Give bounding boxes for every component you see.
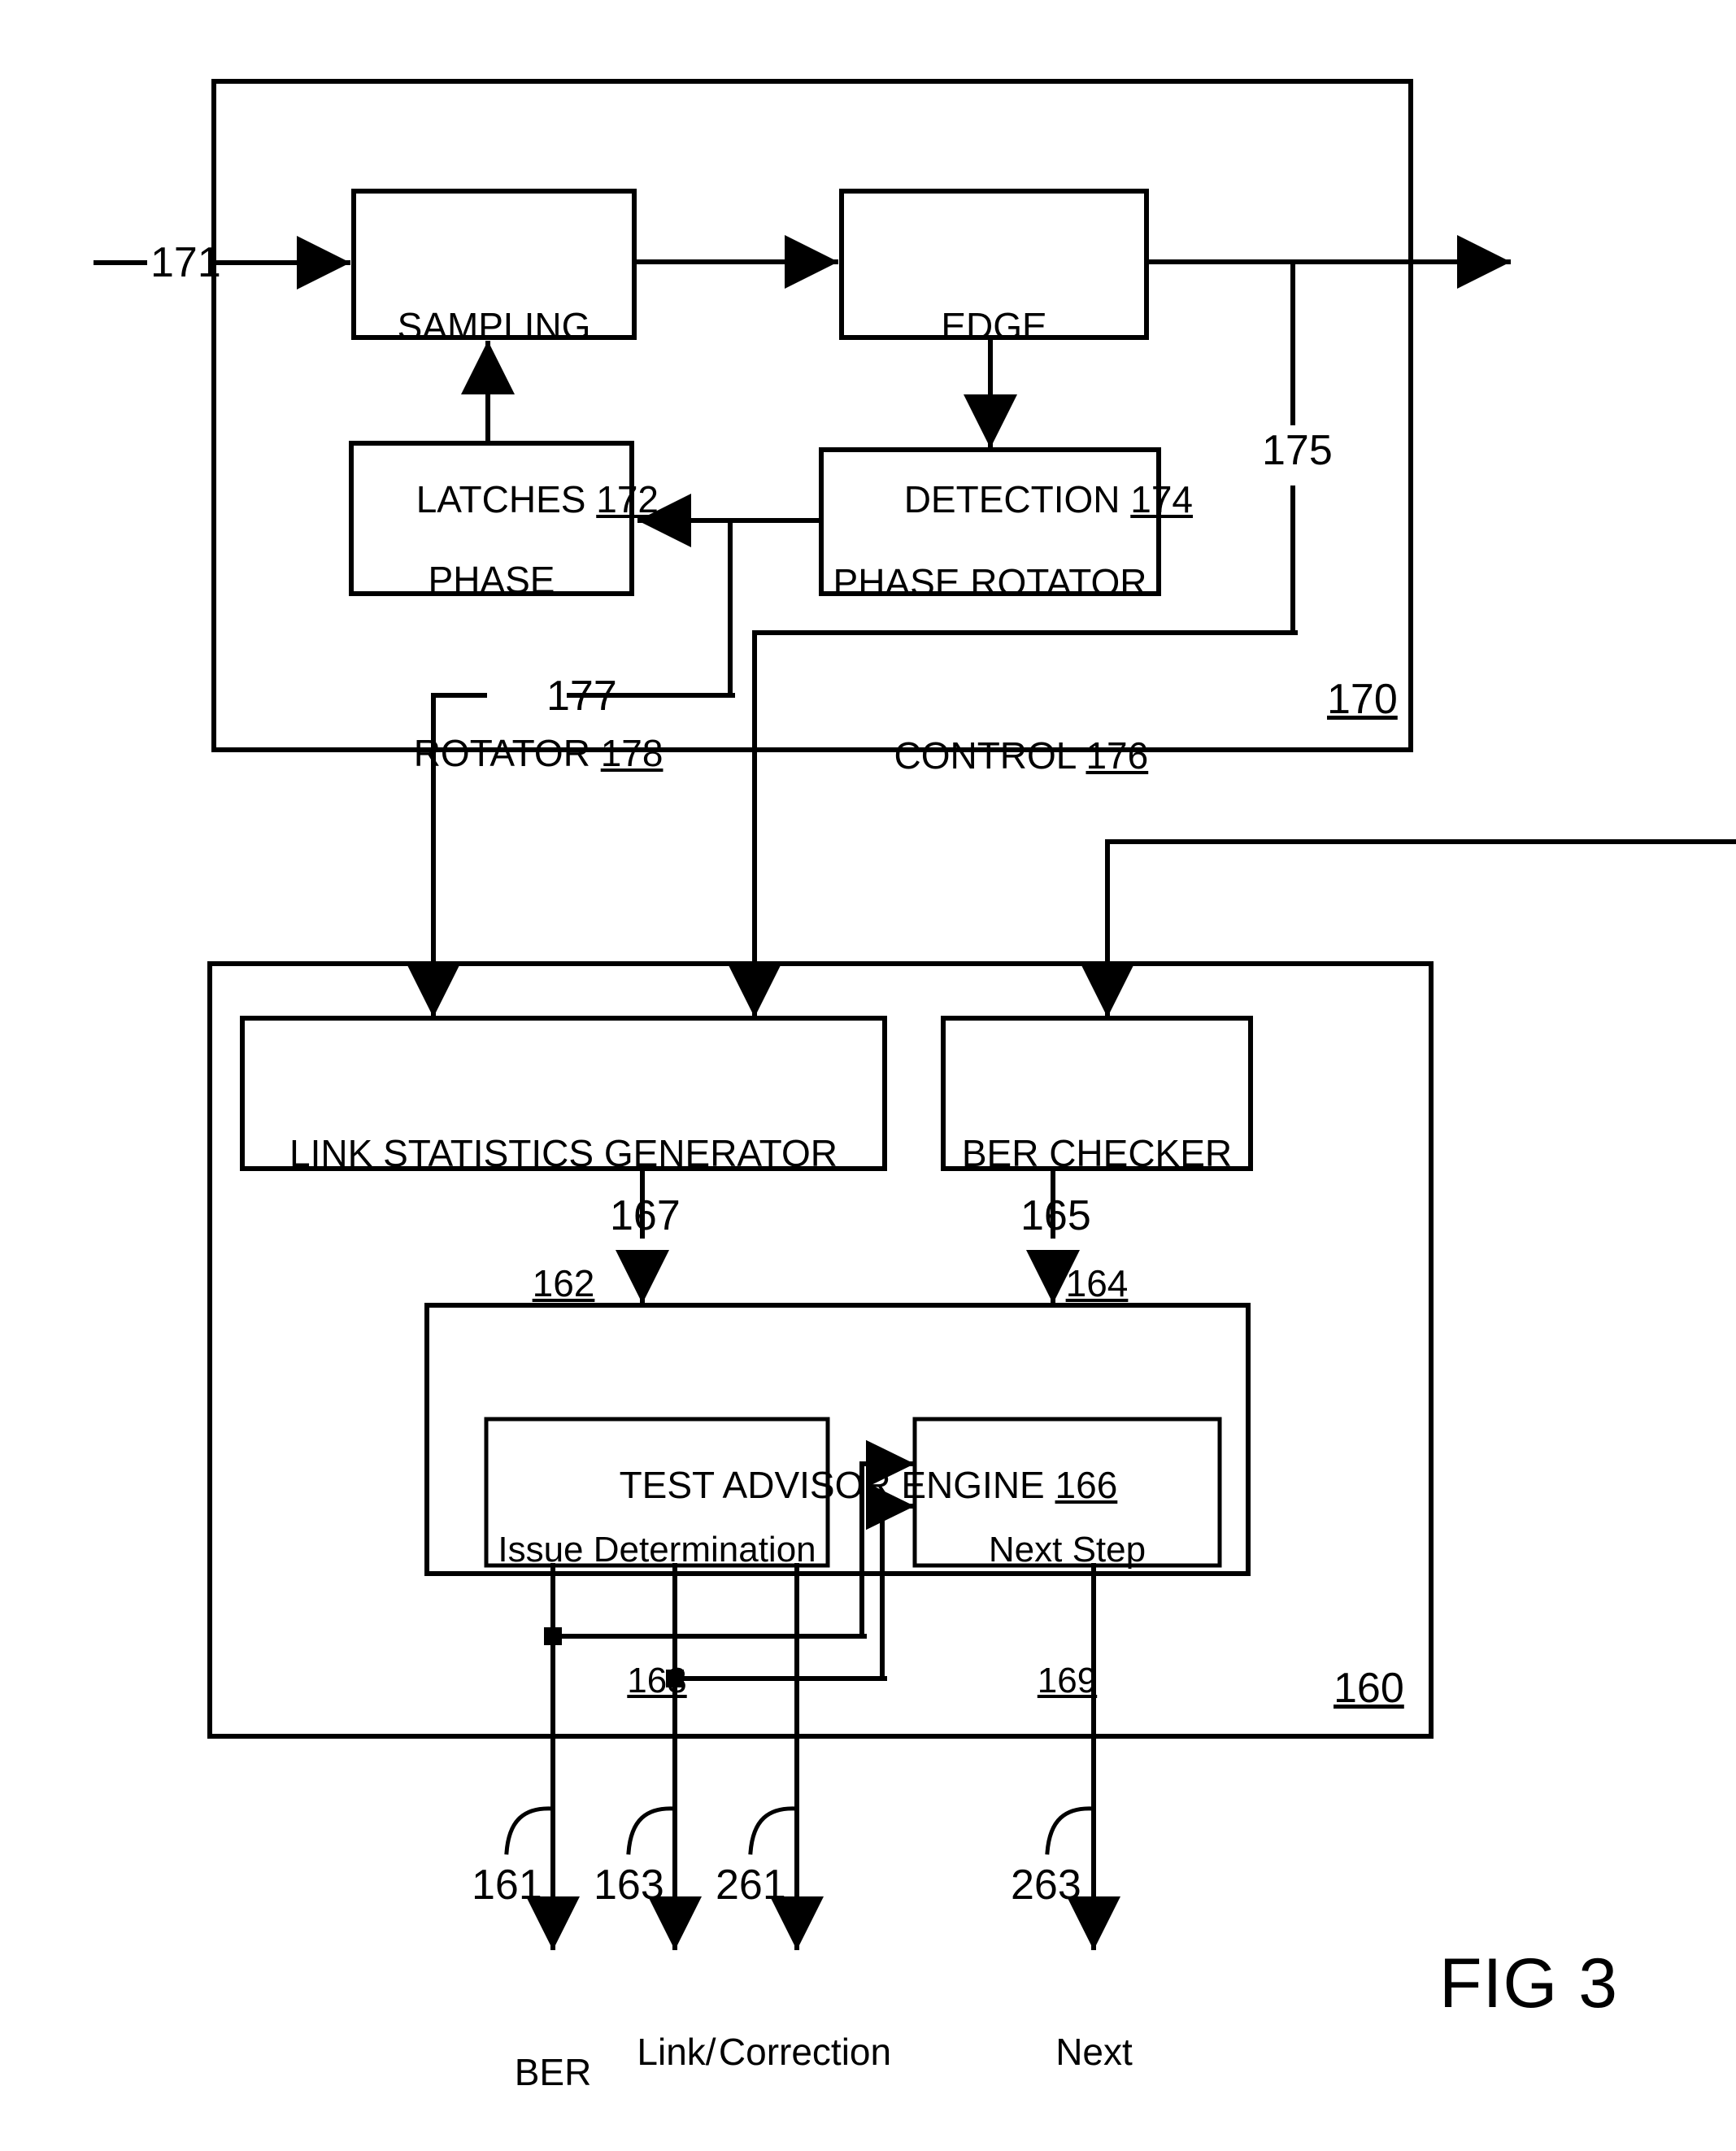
leader-hook-161 bbox=[504, 1806, 555, 1855]
ber-checker-line1: BER CHECKER bbox=[961, 1131, 1233, 1174]
leader-hook-263 bbox=[1045, 1806, 1096, 1855]
label-next-step: Next Step 169 bbox=[915, 1446, 1220, 1784]
ref-161: 161 bbox=[472, 1861, 542, 1909]
link-statistics-generator-ref: 162 bbox=[532, 1261, 595, 1304]
ref-261: 261 bbox=[716, 1861, 786, 1909]
output-label-next-test: Next test bbox=[1015, 1944, 1173, 2151]
ref-160: 160 bbox=[1334, 1665, 1404, 1712]
ref-165: 165 bbox=[1020, 1192, 1091, 1239]
sampling-latches-line1: SAMPLING bbox=[397, 304, 591, 347]
label-phase-rotator-control: PHASE ROTATOR CONTROL 176 bbox=[821, 474, 1159, 908]
phase-rotator-control-line1: PHASE ROTATOR bbox=[833, 560, 1147, 603]
ref-170: 170 bbox=[1327, 676, 1398, 723]
phase-rotator-line1: PHASE bbox=[428, 558, 555, 601]
ref-177: 177 bbox=[546, 673, 617, 720]
issue-determination-line1: Issue Determination bbox=[498, 1530, 816, 1570]
ref-163: 163 bbox=[594, 1861, 664, 1909]
correction-line1: Correction bbox=[718, 2030, 892, 2073]
ref-175: 175 bbox=[1262, 427, 1333, 474]
phase-rotator-control-ref: 176 bbox=[1086, 734, 1149, 777]
link-statistics-generator-line1: LINK STATISTICS GENERATOR bbox=[289, 1131, 838, 1174]
phase-rotator-line2: ROTATOR bbox=[413, 732, 590, 775]
edge-detection-line1: EDGE bbox=[941, 304, 1047, 347]
label-issue-determination: Issue Determination 168 bbox=[486, 1446, 828, 1784]
leader-hook-163 bbox=[626, 1806, 677, 1855]
leader-hook-261 bbox=[748, 1806, 799, 1855]
next-step-line1: Next Step bbox=[988, 1530, 1146, 1570]
patent-figure-3: SAMPLING LATCHES 172 EDGE DETECTION 174 … bbox=[0, 0, 1736, 2151]
ref-263: 263 bbox=[1011, 1861, 1081, 1909]
phase-rotator-control-line2-row: CONTROL 176 bbox=[821, 691, 1159, 821]
figure-caption: FIG 3 bbox=[1439, 1944, 1619, 2023]
output-label-correction: Correction bbox=[716, 1944, 894, 2151]
issue-determination-ref: 168 bbox=[627, 1661, 687, 1701]
ref-167: 167 bbox=[610, 1192, 681, 1239]
phase-rotator-control-line2: CONTROL bbox=[894, 734, 1076, 777]
next-step-ref: 169 bbox=[1037, 1661, 1098, 1701]
next-test-line1: Next bbox=[1055, 2030, 1133, 2073]
ref-171: 171 bbox=[150, 239, 221, 286]
phase-rotator-ref: 178 bbox=[600, 732, 664, 775]
ber-checker-ref: 164 bbox=[1065, 1261, 1129, 1304]
